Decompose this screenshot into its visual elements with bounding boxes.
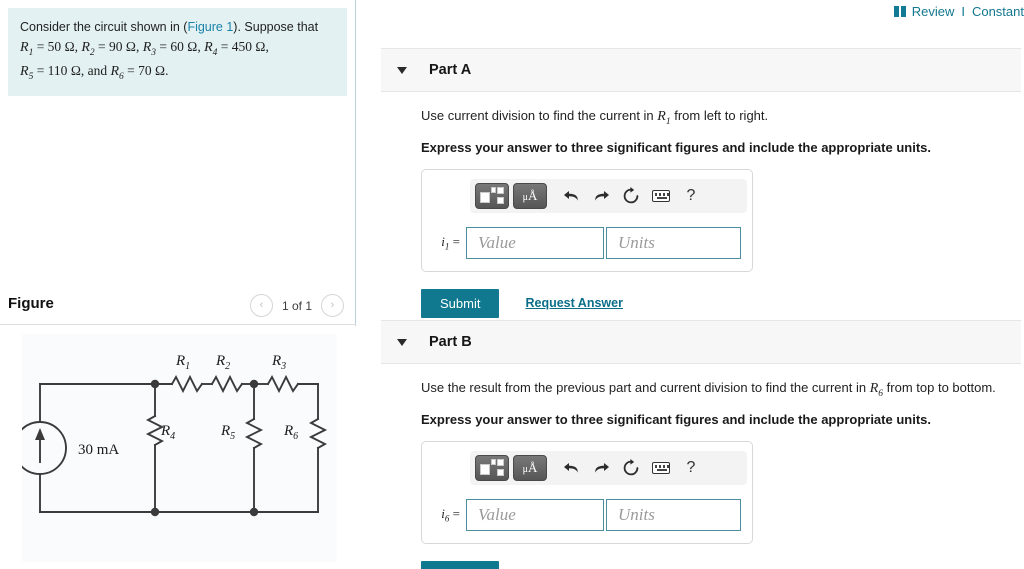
part-a-submit-row: Submit Request Answer	[421, 288, 1021, 318]
part-b-equals: =	[452, 506, 460, 521]
reset-icon[interactable]	[618, 184, 644, 208]
left-panel: Consider the circuit shown in (Figure 1)…	[0, 0, 356, 569]
figure-navigation: ‹ 1 of 1 ›	[249, 294, 344, 317]
part-a-answer-box: μÅ ? i1 = Value Units	[421, 168, 753, 272]
problem-line-2: R1 = 50 Ω, R2 = 90 Ω, R3 = 60 Ω, R4 = 45…	[20, 39, 269, 59]
problem-text-post: ). Suppose that	[233, 20, 319, 34]
help-icon[interactable]: ?	[678, 456, 704, 480]
problem-line-1: Consider the circuit shown in (Figure 1)…	[20, 18, 335, 37]
part-b-prompt-pre: Use the result from the previous part an…	[421, 380, 870, 395]
right-panel: Review I Constant Part A Use current div…	[357, 0, 1024, 569]
svg-text:R6: R6	[283, 423, 298, 442]
part-a-prompt-post: from left to right.	[670, 108, 769, 123]
part-a-prompt-pre: Use current division to find the current…	[421, 108, 658, 123]
review-bar: Review I Constant	[893, 4, 1024, 19]
problem-text-pre: Consider the circuit shown in (	[20, 20, 188, 34]
math-template-icon[interactable]	[475, 454, 509, 481]
part-a-instruction: Express your answer to three significant…	[421, 139, 931, 155]
circuit-diagram[interactable]: R1 R2 R3 R4 R5 R6 30 mA	[13, 334, 337, 562]
problem-statement: Consider the circuit shown in (Figure 1)…	[8, 8, 347, 97]
book-icon	[893, 6, 906, 17]
part-a-submit-button[interactable]: Submit	[421, 288, 500, 318]
review-link[interactable]: Review	[912, 4, 955, 19]
part-a-answer-row: i1 =	[432, 226, 742, 259]
part-b-answer-label: i6 =	[432, 506, 466, 524]
svg-text:R5: R5	[220, 423, 235, 442]
figure-prev-button[interactable]: ‹	[249, 294, 273, 317]
undo-icon[interactable]	[558, 184, 584, 208]
part-b-panel: Part B Use the result from the previous …	[381, 320, 1021, 569]
part-b-answer-box: μÅ ? i6 = Value Units	[421, 440, 753, 544]
math-template-icon[interactable]	[475, 182, 509, 209]
figure-body: R1 R2 R3 R4 R5 R6 30 mA	[0, 326, 356, 569]
part-a-var-sub: 1	[444, 241, 450, 252]
part-a-request-answer-link[interactable]: Request Answer	[525, 296, 622, 310]
part-a-toolbar: μÅ ?	[470, 178, 747, 213]
svg-text:R2: R2	[215, 353, 230, 372]
redo-icon[interactable]	[588, 184, 614, 208]
svg-text:R4: R4	[160, 423, 175, 442]
part-b-var-sub: 6	[444, 513, 450, 524]
redo-icon[interactable]	[588, 456, 614, 480]
units-icon[interactable]: μÅ	[513, 182, 547, 209]
problem-line-3: R5 = 110 Ω, and R6 = 70 Ω.	[20, 62, 169, 82]
source-arrow-head	[35, 428, 45, 440]
part-b-prompt: Use the result from the previous part an…	[421, 380, 996, 399]
figure-1-link[interactable]: Figure 1	[187, 20, 233, 34]
part-a-body: Use current division to find the current…	[381, 92, 1021, 318]
svg-text:R1: R1	[175, 353, 190, 372]
part-b-units-input[interactable]	[606, 498, 741, 531]
part-b-submit-row: Submit Request Answer	[421, 560, 1021, 569]
part-b-prompt-post: from top to bottom.	[883, 380, 996, 395]
source-label: 30 mA	[78, 442, 119, 458]
part-b-body: Use the result from the previous part an…	[381, 364, 1021, 569]
units-icon[interactable]: μÅ	[513, 454, 547, 481]
part-b-title: Part B	[429, 334, 472, 350]
circuit-svg: R1 R2 R3 R4 R5 R6 30 mA	[13, 353, 328, 517]
reset-icon[interactable]	[618, 456, 644, 480]
review-separator: I	[961, 4, 965, 19]
svg-text:R3: R3	[271, 353, 286, 372]
part-b-instruction: Express your answer to three significant…	[421, 411, 931, 427]
figure-counter: 1 of 1	[281, 298, 312, 313]
part-b-answer-row: i6 =	[432, 498, 742, 531]
part-a-answer-label: i1 =	[432, 234, 466, 252]
help-icon[interactable]: ?	[678, 184, 704, 208]
part-b-header[interactable]: Part B	[381, 320, 1021, 364]
figure-title: Figure	[8, 295, 54, 312]
keyboard-icon[interactable]	[648, 184, 674, 208]
part-a-equals: =	[452, 234, 460, 249]
part-a-units-input[interactable]	[606, 226, 741, 259]
part-a-value-input[interactable]	[466, 226, 604, 259]
constant-link[interactable]: Constant	[972, 4, 1024, 19]
part-a-prompt: Use current division to find the current…	[421, 108, 769, 127]
part-a-panel: Part A Use current division to find the …	[381, 48, 1021, 318]
chevron-down-icon[interactable]	[397, 338, 407, 346]
part-b-value-input[interactable]	[466, 498, 604, 531]
keyboard-icon[interactable]	[648, 456, 674, 480]
part-a-title: Part A	[429, 62, 472, 78]
part-a-header[interactable]: Part A	[381, 48, 1021, 92]
part-b-submit-button[interactable]: Submit	[421, 560, 500, 569]
figure-header: Figure ‹ 1 of 1 ›	[0, 288, 356, 325]
undo-icon[interactable]	[558, 456, 584, 480]
figure-next-button[interactable]: ›	[321, 294, 344, 317]
part-b-toolbar: μÅ ?	[470, 450, 747, 485]
page-root: Consider the circuit shown in (Figure 1)…	[0, 0, 1024, 569]
chevron-down-icon[interactable]	[397, 66, 407, 74]
